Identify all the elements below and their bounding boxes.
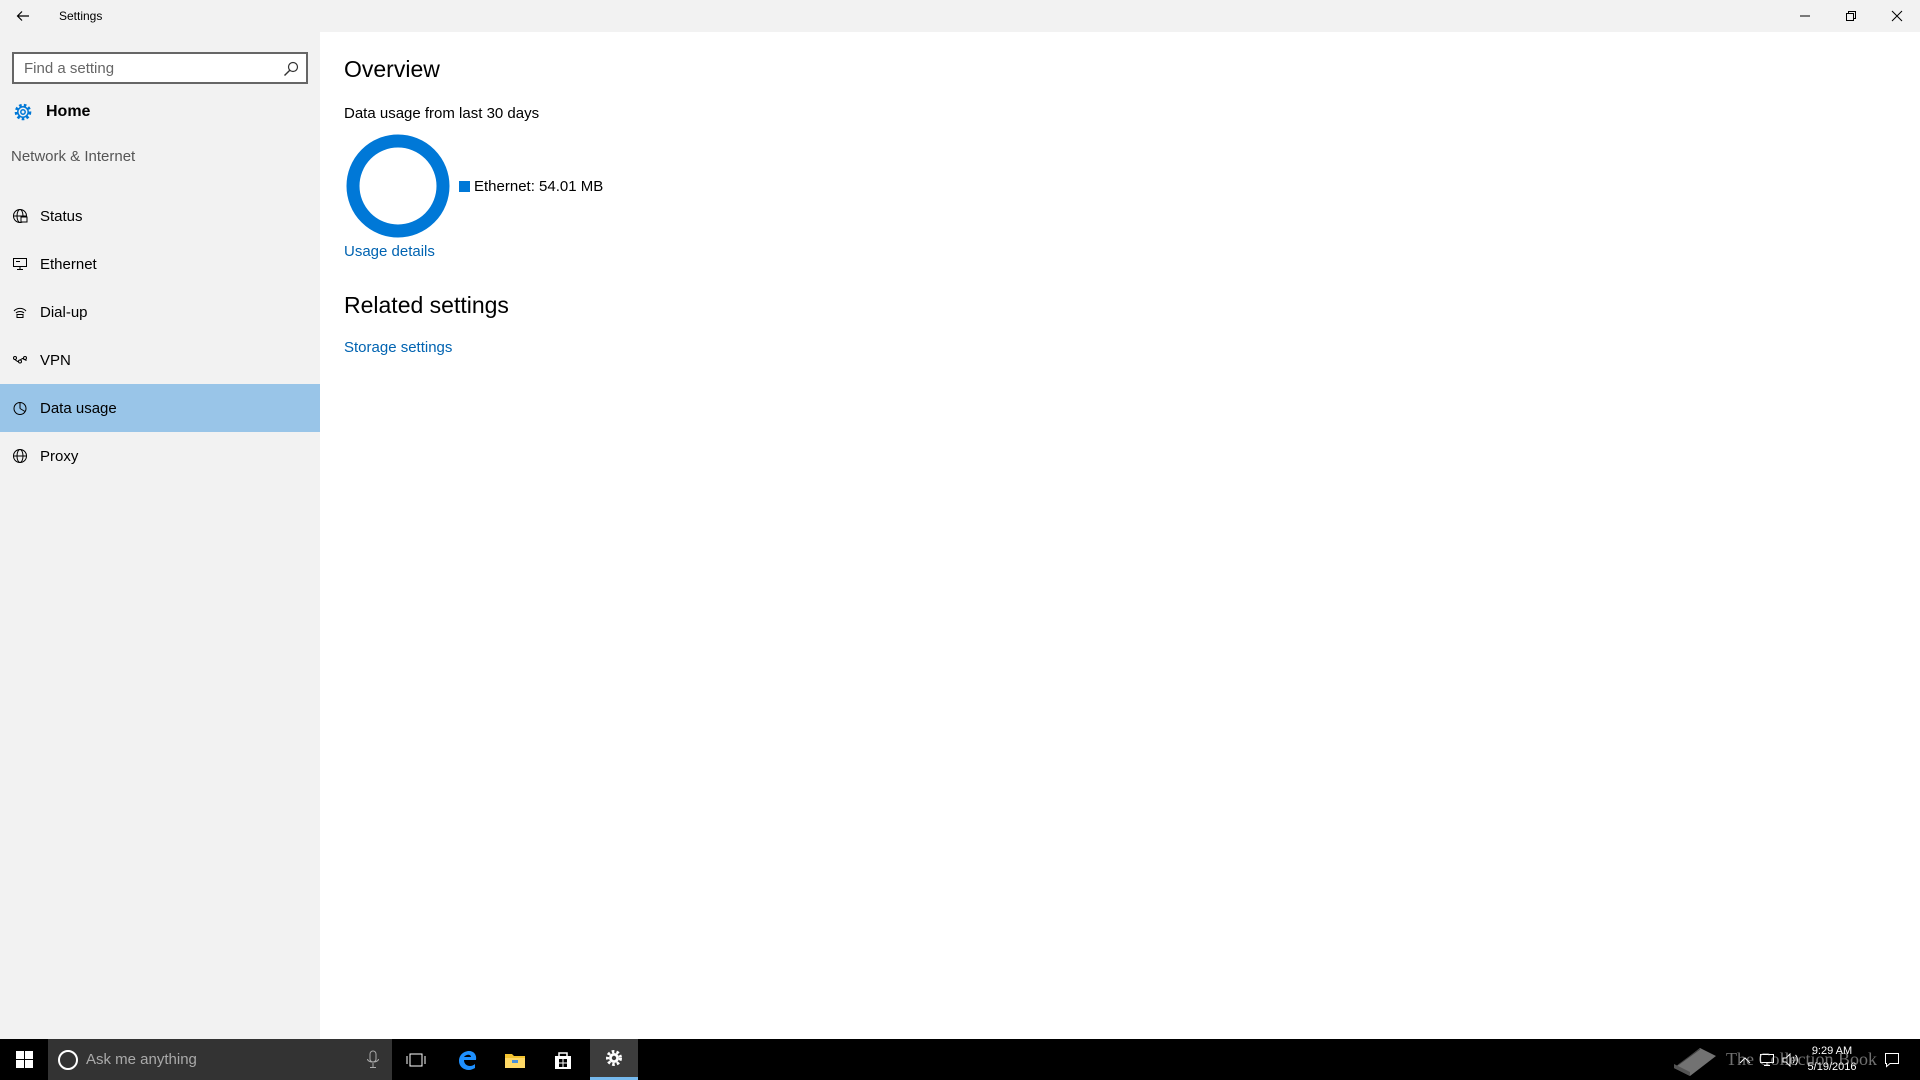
storage-settings-link[interactable]: Storage settings	[344, 339, 452, 356]
home-link[interactable]: Home	[0, 92, 320, 132]
taskbar: Ask me anything 9:29 AM 5/19/2016	[0, 1039, 1920, 1080]
donut-slice-ethernet	[346, 134, 450, 238]
cortana-search-box[interactable]: Ask me anything	[48, 1039, 392, 1080]
sidebar-item-label: Dial-up	[40, 303, 88, 321]
sidebar-item-label: Proxy	[40, 447, 79, 465]
minimize-icon	[1800, 15, 1810, 17]
sidebar-item-proxy[interactable]: Proxy	[0, 432, 320, 480]
minimize-button[interactable]	[1782, 0, 1828, 32]
sidebar-item-vpn[interactable]: VPN	[0, 336, 320, 384]
ethernet-icon	[13, 258, 27, 270]
sidebar-item-label: VPN	[40, 351, 71, 369]
sidebar-item-label: Data usage	[40, 399, 117, 417]
section-label: Network & Internet	[11, 148, 136, 165]
data-usage-icon	[13, 402, 27, 415]
restore-button[interactable]	[1828, 0, 1874, 32]
overview-heading: Overview	[344, 56, 440, 82]
task-view-button[interactable]	[392, 1039, 440, 1080]
window-title: Settings	[59, 9, 103, 23]
close-button[interactable]	[1874, 0, 1920, 32]
sidebar-item-ethernet[interactable]: Ethernet	[0, 240, 320, 288]
usage-details-link[interactable]: Usage details	[344, 243, 435, 260]
title-bar: Settings	[0, 0, 1920, 32]
book-logo-icon	[1674, 1048, 1716, 1076]
sidebar-item-label: Ethernet	[40, 255, 97, 273]
usage-subtitle: Data usage from last 30 days	[344, 105, 540, 122]
edge-browser-button[interactable]	[443, 1039, 491, 1080]
nav-list: Status Ethernet Dial-up VPN Data usage P…	[0, 192, 320, 480]
restore-icon	[1846, 11, 1856, 21]
sidebar-item-label: Status	[40, 207, 83, 225]
back-arrow-icon	[16, 11, 29, 21]
legend-label-ethernet: Ethernet: 54.01 MB	[474, 178, 604, 195]
watermark-text: The Collection Book	[1726, 1048, 1877, 1069]
file-explorer-folder-icon	[505, 1053, 525, 1068]
cortana-placeholder: Ask me anything	[86, 1051, 197, 1068]
watermark: The Collection Book	[1670, 1041, 1900, 1077]
start-button[interactable]	[0, 1039, 48, 1080]
chart-legend: Ethernet: 54.01 MB	[459, 178, 603, 195]
cortana-icon	[58, 1049, 78, 1070]
store-button[interactable]	[539, 1039, 587, 1080]
back-button[interactable]	[0, 0, 46, 32]
sidebar: Home Network & Internet Status Et	[0, 32, 320, 1039]
proxy-globe-icon	[13, 449, 27, 463]
related-settings-heading: Related settings	[344, 292, 509, 318]
find-setting-input[interactable]	[14, 54, 274, 82]
windows-logo-icon	[15, 1051, 33, 1068]
status-globe-icon	[13, 209, 28, 223]
sidebar-item-data-usage[interactable]: Data usage	[0, 384, 320, 432]
search-icon[interactable]	[282, 60, 300, 78]
file-explorer-button[interactable]	[491, 1039, 539, 1080]
settings-app-button[interactable]	[590, 1039, 638, 1080]
sidebar-item-dial-up[interactable]: Dial-up	[0, 288, 320, 336]
microphone-icon[interactable]	[366, 1050, 380, 1070]
settings-gear-icon	[606, 1050, 622, 1066]
edge-icon	[459, 1050, 477, 1070]
vpn-icon	[13, 356, 27, 364]
data-usage-donut-chart	[346, 134, 450, 238]
sidebar-item-status[interactable]: Status	[0, 192, 320, 240]
legend-swatch	[459, 181, 470, 192]
find-setting-search-box[interactable]	[12, 52, 308, 84]
task-view-icon	[406, 1053, 426, 1066]
dial-up-icon	[13, 307, 27, 318]
close-icon	[1891, 10, 1903, 22]
gear-icon	[14, 103, 32, 121]
home-label: Home	[46, 103, 91, 120]
store-bag-icon	[555, 1051, 571, 1069]
